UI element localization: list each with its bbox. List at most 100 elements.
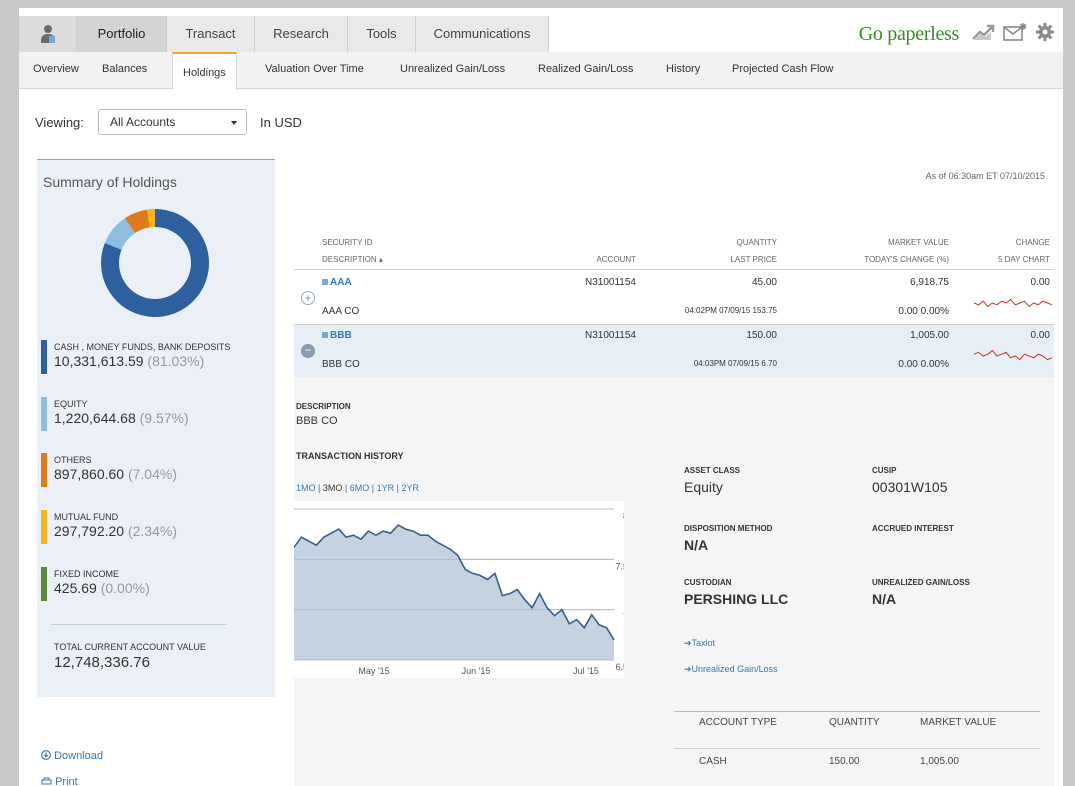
table-cell: 150.00 (829, 756, 860, 767)
tab-research[interactable]: Research (255, 16, 348, 52)
category-value: 297,792.20 (2.34%) (54, 523, 177, 539)
x-tick-label: May '15 (358, 666, 389, 676)
area-chart: 8 7.5 7 6.5 May '15 Jun '15 Jul '15 (293, 508, 628, 676)
subtab-valuation[interactable]: Valuation Over Time (265, 52, 364, 89)
security-description: BBB CO (322, 359, 360, 370)
account-select-value: All Accounts (110, 115, 176, 129)
sparkline-chart (974, 298, 1052, 308)
unrealized-gain-loss-link[interactable]: ➔Unrealized Gain/Loss (684, 664, 778, 675)
sub-navigation: Overview Balances Holdings Valuation Ove… (19, 52, 1063, 90)
category-label: OTHERS (54, 455, 92, 465)
currency-label: In USD (260, 115, 302, 130)
last-price: 04:02PM 07/09/15 153.75 (684, 306, 777, 315)
download-link[interactable]: Download (41, 750, 103, 762)
change: 0.00 (1030, 330, 1050, 341)
header-account[interactable]: ACCOUNT (579, 255, 636, 264)
y-tick-label: 8 (623, 511, 624, 521)
header-change[interactable]: CHANGE (979, 238, 1050, 247)
tab-transact[interactable]: Transact (167, 16, 255, 52)
asset-class-label: ASSET CLASS (684, 466, 741, 475)
unrealized-value: N/A (872, 591, 897, 607)
detail-panel: DESCRIPTION BBB CO TRANSACTION HISTORY 1… (293, 377, 1054, 786)
tab-communications[interactable]: Communications (416, 16, 549, 52)
description-value: BBB CO (296, 415, 338, 427)
arrow-right-icon: ➔ (684, 638, 692, 648)
header-last-price[interactable]: LAST PRICE (679, 255, 777, 264)
donut-chart (101, 209, 209, 317)
download-icon (41, 750, 51, 760)
period-2yr[interactable]: 2YR (401, 483, 419, 493)
tab-tools[interactable]: Tools (348, 16, 416, 52)
top-navigation: Portfolio Transact Research Tools Commun… (19, 16, 1063, 52)
cusip-value: 00301W105 (872, 479, 948, 495)
app-frame: Portfolio Transact Research Tools Commun… (19, 8, 1063, 786)
summary-title: Summary of Holdings (43, 174, 177, 190)
column-header: MARKET VALUE (920, 717, 997, 728)
account-number: N31001154 (585, 330, 636, 341)
description-label: DESCRIPTION (296, 402, 351, 411)
subtab-history[interactable]: History (666, 52, 700, 89)
category-value: 10,331,613.59 (81.03%) (54, 353, 205, 369)
category-swatch (41, 340, 47, 374)
security-symbol[interactable]: AAA (322, 277, 352, 288)
category-value: 425.69 (0.00%) (54, 580, 150, 596)
y-tick-label: 6.5 (615, 662, 624, 672)
security-description: AAA CO (322, 306, 360, 317)
header-rule (294, 269, 1054, 270)
todays-change: 0.00 0.00% (898, 359, 949, 370)
expand-icon[interactable]: + (301, 291, 315, 305)
category-label: MUTUAL FUND (54, 512, 119, 522)
x-tick-label: Jul '15 (573, 666, 599, 676)
period-1mo[interactable]: 1MO (296, 483, 316, 493)
go-paperless-link[interactable]: Go paperless (859, 23, 960, 46)
disposition-value: N/A (684, 537, 709, 553)
period-6mo[interactable]: 6MO (350, 483, 370, 493)
period-1yr[interactable]: 1YR (377, 483, 395, 493)
custodian-label: CUSTODIAN (684, 578, 732, 587)
sparkline-chart (974, 349, 1052, 361)
print-link[interactable]: Print (41, 776, 78, 786)
y-tick-label: 7.5 (615, 561, 624, 571)
header-market-value[interactable]: MARKET VALUE (819, 238, 949, 247)
person-icon (41, 25, 55, 43)
print-icon (41, 777, 52, 785)
header-quantity[interactable]: QUANTITY (679, 238, 777, 247)
trend-icon[interactable] (971, 23, 995, 46)
subtab-realized[interactable]: Realized Gain/Loss (538, 52, 633, 89)
profile-tab[interactable] (19, 16, 77, 52)
security-symbol[interactable]: BBB (322, 330, 352, 341)
arrow-right-icon: ➔ (684, 664, 692, 674)
category-swatch (41, 453, 47, 487)
custodian-value: PERSHING LLC (684, 591, 789, 607)
subtab-holdings[interactable]: Holdings (172, 52, 237, 90)
collapse-icon[interactable]: − (301, 344, 315, 358)
quantity: 150.00 (746, 330, 777, 341)
viewing-label: Viewing: (35, 115, 84, 130)
mail-icon[interactable] (1003, 22, 1027, 47)
gear-icon[interactable] (1035, 22, 1055, 47)
category-value: 897,860.60 (7.04%) (54, 466, 177, 482)
period-3mo[interactable]: 3MO (323, 483, 343, 493)
last-price: 04:03PM 07/09/15 6.70 (693, 359, 777, 368)
tab-portfolio[interactable]: Portfolio (77, 16, 167, 52)
account-select[interactable]: All Accounts (98, 109, 247, 135)
period-tabs: 1MO | 3MO | 6MO | 1YR | 2YR (296, 483, 419, 493)
unrealized-label: UNREALIZED GAIN/LOSS (872, 578, 970, 587)
change: 0.00 (1030, 277, 1050, 288)
taxlot-link[interactable]: ➔Taxlot (684, 638, 715, 649)
accrued-interest-label: ACCRUED INTEREST (872, 524, 954, 533)
caret-down-icon (231, 121, 237, 125)
column-header: ACCOUNT TYPE (699, 717, 777, 728)
y-tick-label: 7 (623, 612, 624, 622)
category-swatch (41, 510, 47, 544)
market-value: 6,918.75 (910, 277, 949, 288)
subtab-overview[interactable]: Overview (33, 52, 79, 89)
row-rule (294, 324, 1054, 325)
subtab-balances[interactable]: Balances (102, 52, 147, 89)
header-todays-change[interactable]: TODAY'S CHANGE (%) (819, 255, 949, 264)
header-description[interactable]: DESCRIPTION ▴ (322, 255, 383, 264)
table-cell: CASH (699, 756, 727, 767)
category-value: 1,220,644.68 (9.57%) (54, 410, 189, 426)
subtab-projected[interactable]: Projected Cash Flow (732, 52, 834, 89)
subtab-unrealized[interactable]: Unrealized Gain/Loss (400, 52, 505, 89)
